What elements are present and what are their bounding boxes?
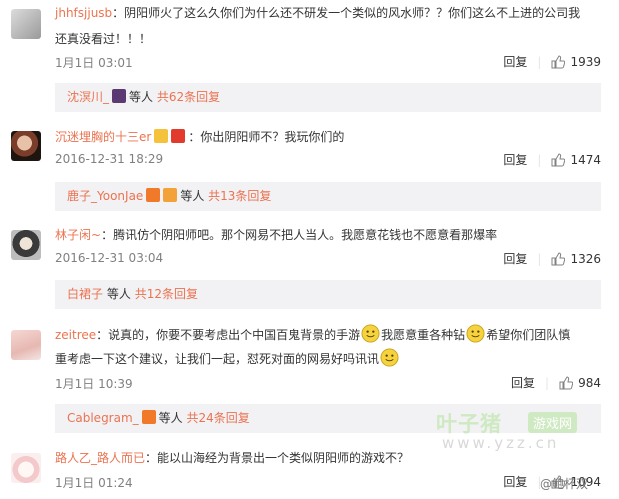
- comment-time: 1月1日 03:01: [55, 56, 133, 70]
- badge-icon: [112, 89, 127, 103]
- comment-body-part3: 希望你们团队慎: [486, 328, 571, 342]
- comment-actions: 回复 | 984: [511, 374, 601, 391]
- reply-count-link[interactable]: 共62条回复: [157, 90, 220, 104]
- avatar[interactable]: [11, 230, 41, 260]
- avatar[interactable]: [11, 9, 41, 39]
- reply-mid: 等人: [158, 411, 183, 425]
- thumbs-up-icon: [551, 54, 566, 68]
- comment-body-part2: 我愿意重各种钻: [381, 328, 466, 342]
- badge-icon: [154, 129, 169, 143]
- reply-user[interactable]: 沈溟川_: [67, 90, 109, 104]
- star-badge-icon: [141, 410, 156, 424]
- like-button[interactable]: 984: [559, 376, 601, 390]
- comment-body: ：阴阳师火了这么久你们为什么还不研发一个类似的风水师？？你们这么不上进的公司我: [112, 6, 581, 20]
- divider: |: [537, 152, 542, 167]
- smiley-icon: [466, 324, 485, 343]
- reply-button[interactable]: 回复: [503, 250, 527, 267]
- comment-time: 2016-12-31 03:04: [55, 251, 164, 265]
- comment-text-line2: 还真没看过！！！: [55, 32, 152, 46]
- replies-bar[interactable]: 鹿子_YoonJae 等人 共13条回复: [55, 182, 601, 211]
- comment-time: 1月1日 01:24: [55, 476, 133, 490]
- replies-bar[interactable]: 白裙子 等人 共12条回复: [55, 280, 601, 309]
- comment-time: 1月1日 10:39: [55, 377, 133, 391]
- comment-author[interactable]: 路人乙_路人而已: [55, 451, 145, 465]
- reply-mid: 等人: [106, 287, 131, 301]
- comment-body-line2: 重考虑一下这个建议，让我们一起，怼死对面的网易好吗讯讯: [55, 352, 380, 366]
- comment-author[interactable]: 沉迷埋胸的十三er: [55, 130, 151, 144]
- reply-user[interactable]: 鹿子_YoonJae: [67, 189, 143, 203]
- comment-text: zeitree：说真的，你要不要考虑出个中国百鬼背景的手游 我愿意重各种钻 希望你们…: [55, 324, 603, 345]
- comment-text: 林子闲~：腾讯仿个阴阳师吧。那个网易不把人当人。我愿意花钱也不愿意看那爆率: [55, 225, 603, 245]
- watermark-url: www.yzz.cn: [442, 434, 560, 452]
- thumbs-up-icon: [551, 251, 566, 265]
- like-button[interactable]: 1474: [551, 153, 601, 167]
- comment-body: ：能以山海经为背景出一个类似阴阳师的游戏不？: [145, 451, 410, 465]
- replies-bar[interactable]: 沈溟川_ 等人 共62条回复: [55, 83, 601, 112]
- star-badge-icon: [146, 188, 161, 202]
- avatar[interactable]: [11, 131, 41, 161]
- divider: |: [537, 251, 542, 266]
- comment-body: ：腾讯仿个阴阳师吧。那个网易不把人当人。我愿意花钱也不愿意看那爆率: [101, 228, 498, 242]
- comment-body: ：你出阴阳师不？我玩你们的: [188, 130, 345, 144]
- comment-text: jhhfsjjusb：阴阳师火了这么久你们为什么还不研发一个类似的风水师？？你们…: [55, 3, 603, 23]
- comment-actions: 回复 | 1326: [503, 250, 601, 267]
- reply-count-link[interactable]: 共12条回复: [135, 287, 198, 301]
- comment-text-line2: 重考虑一下这个建议，让我们一起，怼死对面的网易好吗讯讯: [55, 348, 603, 369]
- like-button[interactable]: 1939: [551, 55, 601, 69]
- avatar[interactable]: [11, 453, 41, 483]
- site-watermark: 叶子猪 游戏网 www.yzz.cn: [436, 406, 616, 456]
- reply-count-link[interactable]: 共24条回复: [187, 411, 250, 425]
- like-count: 984: [578, 375, 601, 390]
- comment-text: 沉迷埋胸的十三er ：你出阴阳师不？我玩你们的: [55, 127, 603, 147]
- heart-badge-icon: [163, 188, 178, 202]
- thumbs-up-icon: [551, 152, 566, 166]
- reply-user[interactable]: 白裙子: [67, 287, 103, 301]
- comment-time: 2016-12-31 18:29: [55, 152, 164, 166]
- smiley-icon: [380, 348, 399, 367]
- thumbs-up-icon: [559, 375, 574, 389]
- comment-author[interactable]: 林子闲~: [55, 228, 101, 242]
- divider: |: [537, 54, 542, 69]
- comment-body-part1: ：说真的，你要不要考虑出个中国百鬼背景的手游: [96, 328, 361, 342]
- comment-actions: 回复 | 1474: [503, 151, 601, 168]
- comment-author[interactable]: zeitree: [55, 328, 96, 342]
- reply-button[interactable]: 回复: [503, 473, 527, 490]
- like-count: 1474: [570, 152, 601, 167]
- corner-watermark: @鲍杯双: [540, 477, 589, 491]
- reply-button[interactable]: 回复: [511, 374, 535, 391]
- avatar[interactable]: [11, 330, 41, 360]
- comment-actions: 回复 | 1939: [503, 53, 601, 70]
- reply-user[interactable]: Cablegram_: [67, 411, 139, 425]
- reply-mid: 等人: [180, 189, 205, 203]
- reply-mid: 等人: [129, 90, 154, 104]
- reply-button[interactable]: 回复: [503, 53, 527, 70]
- smiley-icon: [361, 324, 380, 343]
- reply-count-link[interactable]: 共13条回复: [208, 189, 271, 203]
- badge-icon: [171, 129, 186, 143]
- reply-button[interactable]: 回复: [503, 151, 527, 168]
- like-count: 1939: [570, 54, 601, 69]
- like-count: 1326: [570, 251, 601, 266]
- watermark-tag: 游戏网: [528, 412, 578, 433]
- comment-author[interactable]: jhhfsjjusb: [55, 6, 112, 20]
- like-button[interactable]: 1326: [551, 252, 601, 266]
- divider: |: [545, 375, 550, 390]
